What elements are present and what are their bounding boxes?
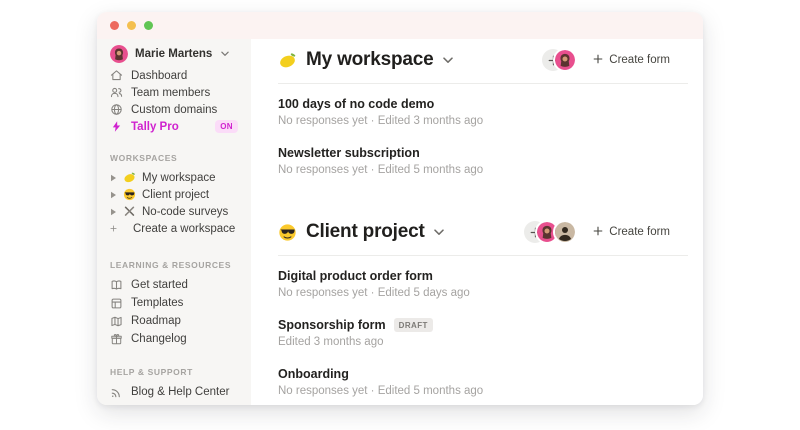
sidebar-workspace-label: No-code surveys — [142, 206, 228, 218]
caret-right-icon[interactable] — [110, 191, 117, 199]
sidebar-workspace-label: Client project — [142, 189, 209, 201]
form-title: 100 days of no code demo — [278, 97, 434, 111]
sidebar-item-get-started[interactable]: Get started — [110, 276, 238, 294]
form-title: Sponsorship form — [278, 318, 386, 332]
gift-icon — [110, 333, 123, 346]
sidebar-workspace-client-project[interactable]: Client project — [110, 186, 238, 203]
sidebar-item-label: Team members — [131, 87, 210, 99]
workspace-title[interactable]: My workspace — [306, 49, 434, 71]
sidebar-item-team-members[interactable]: Team members — [110, 84, 238, 101]
form-title: Digital product order form — [278, 269, 433, 283]
sidebar-item-tally-pro[interactable]: Tally Pro ON — [110, 118, 238, 135]
member-avatar-group — [541, 220, 577, 244]
main-content: My workspace Create form 100 days o — [251, 39, 703, 405]
draft-badge: DRAFT — [394, 318, 433, 332]
chevron-down-icon[interactable] — [434, 223, 444, 241]
chevron-down-icon[interactable] — [443, 51, 453, 69]
map-icon — [110, 315, 123, 328]
create-form-button[interactable]: Create form — [593, 54, 670, 67]
sunglasses-emoji — [123, 188, 136, 201]
template-icon — [110, 297, 123, 310]
workspace-section-my-workspace: My workspace Create form 100 days o — [278, 45, 688, 185]
member-avatar-2[interactable] — [553, 220, 577, 244]
create-workspace-label: Create a workspace — [133, 223, 235, 235]
sunglasses-emoji — [278, 223, 297, 242]
caret-right-icon[interactable] — [110, 174, 117, 182]
workspace-section-client-project: Client project Create form — [278, 217, 688, 405]
window-titlebar — [97, 12, 703, 39]
rss-icon — [110, 386, 123, 399]
lemon-emoji — [278, 51, 297, 70]
form-meta: Edited 3 months ago — [278, 336, 688, 348]
create-form-button[interactable]: Create form — [593, 226, 670, 239]
caret-right-icon[interactable] — [110, 208, 117, 216]
minimize-window-button[interactable] — [127, 21, 136, 30]
lemon-emoji — [123, 171, 136, 184]
sidebar-item-label: Templates — [131, 297, 183, 309]
create-form-label: Create form — [609, 226, 670, 238]
workspace-title[interactable]: Client project — [306, 221, 425, 243]
sidebar-item-label: Tally Pro — [131, 121, 179, 133]
sidebar-item-templates[interactable]: Templates — [110, 294, 238, 312]
form-row-100-days[interactable]: 100 days of no code demo No responses ye… — [278, 87, 688, 136]
home-icon — [110, 69, 123, 82]
form-title: Onboarding — [278, 367, 349, 381]
chevron-down-icon — [221, 48, 229, 60]
close-window-button[interactable] — [110, 21, 119, 30]
zoom-window-button[interactable] — [144, 21, 153, 30]
member-avatar-group — [559, 48, 577, 72]
tools-emoji — [123, 205, 136, 218]
people-icon — [110, 86, 123, 99]
help-section-label: HELP & SUPPORT — [110, 368, 238, 376]
form-row-newsletter[interactable]: Newsletter subscription No responses yet… — [278, 136, 688, 185]
sidebar-item-label: Blog & Help Center — [131, 386, 229, 398]
plus-icon — [593, 54, 603, 67]
form-row-sponsorship[interactable]: Sponsorship form DRAFT Edited 3 months a… — [278, 308, 688, 357]
form-meta: No responses yet · Edited 5 days ago — [278, 287, 688, 299]
form-row-digital-product-order[interactable]: Digital product order form No responses … — [278, 259, 688, 308]
form-title: Newsletter subscription — [278, 146, 420, 160]
account-menu[interactable]: Marie Martens — [110, 43, 238, 65]
globe-icon — [110, 103, 123, 116]
sidebar-workspace-no-code-surveys[interactable]: No-code surveys — [110, 203, 238, 220]
form-meta: No responses yet · Edited 3 months ago — [278, 115, 688, 127]
plus-icon — [593, 226, 603, 239]
sidebar-item-label: Get started — [131, 279, 188, 291]
pro-on-badge: ON — [215, 120, 238, 133]
sidebar: Marie Martens Dashboard Team members Cus… — [97, 39, 251, 405]
create-form-label: Create form — [609, 54, 670, 66]
create-workspace-button[interactable]: Create a workspace — [110, 220, 238, 237]
member-avatar-marie[interactable] — [553, 48, 577, 72]
account-name: Marie Martens — [135, 48, 212, 60]
lightning-icon — [110, 120, 123, 133]
form-meta: No responses yet · Edited 5 months ago — [278, 385, 688, 397]
form-meta: No responses yet · Edited 5 months ago — [278, 164, 688, 176]
sidebar-workspace-label: My workspace — [142, 172, 216, 184]
sidebar-workspace-my-workspace[interactable]: My workspace — [110, 169, 238, 186]
form-row-onboarding[interactable]: Onboarding No responses yet · Edited 5 m… — [278, 357, 688, 405]
sidebar-item-label: Dashboard — [131, 70, 187, 82]
sidebar-item-blog-help-center[interactable]: Blog & Help Center — [110, 383, 238, 401]
sidebar-item-changelog[interactable]: Changelog — [110, 330, 238, 348]
sidebar-item-roadmap[interactable]: Roadmap — [110, 312, 238, 330]
sidebar-item-custom-domains[interactable]: Custom domains — [110, 101, 238, 118]
plus-icon — [110, 224, 117, 233]
sidebar-item-label: Custom domains — [131, 104, 217, 116]
learning-section-label: LEARNING & RESOURCES — [110, 261, 238, 269]
sidebar-item-label: Changelog — [131, 333, 187, 345]
workspaces-section-label: WORKSPACES — [110, 154, 238, 162]
sidebar-item-label: Roadmap — [131, 315, 181, 327]
app-window: Marie Martens Dashboard Team members Cus… — [97, 12, 703, 405]
book-icon — [110, 279, 123, 292]
sidebar-item-dashboard[interactable]: Dashboard — [110, 67, 238, 84]
user-avatar — [110, 45, 128, 63]
